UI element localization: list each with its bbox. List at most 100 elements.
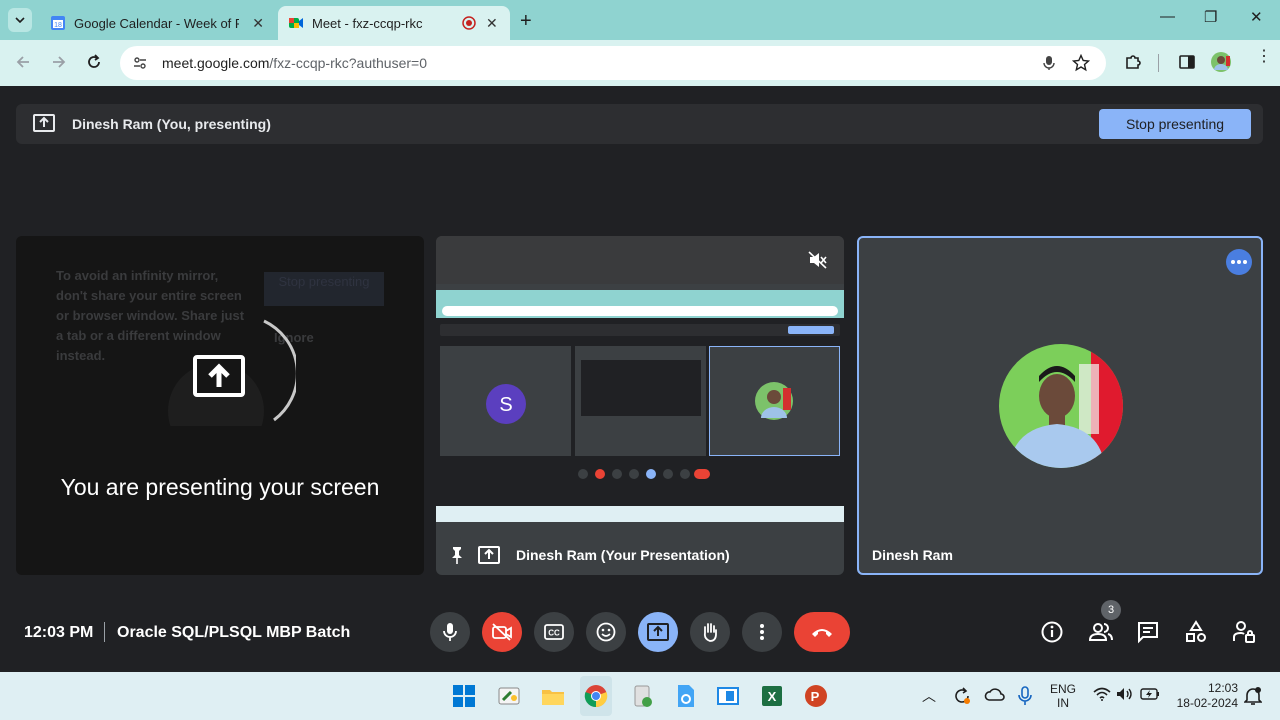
- leave-call-button[interactable]: [794, 612, 850, 652]
- taskbar-date: 18-02-2024: [1176, 696, 1238, 710]
- bookmark-star-icon[interactable]: [1072, 54, 1090, 72]
- new-tab-button[interactable]: +: [520, 10, 532, 33]
- language-code: ENG: [1050, 682, 1077, 696]
- people-icon: [1088, 623, 1113, 641]
- muted-audio-icon[interactable]: [808, 251, 828, 269]
- windows-start-icon[interactable]: [452, 684, 476, 708]
- browser-tab-calendar[interactable]: 18 Google Calendar - Week of Feb ✕: [40, 6, 274, 40]
- close-window-button[interactable]: ✕: [1250, 8, 1263, 26]
- browser-tab-meet[interactable]: Meet - fxz-ccqp-rkc ✕: [278, 6, 510, 40]
- meet-favicon: [289, 18, 303, 28]
- mic-icon: [443, 623, 457, 641]
- url-host: meet.google.com: [162, 55, 270, 71]
- forward-icon[interactable]: [50, 53, 68, 71]
- tab-title: Meet - fxz-ccqp-rkc: [312, 15, 423, 31]
- stop-presenting-button[interactable]: Stop presenting: [1099, 109, 1251, 139]
- raise-hand-button[interactable]: [690, 612, 730, 652]
- profile-avatar[interactable]: [1211, 52, 1231, 72]
- microphone-tray-icon[interactable]: [1018, 686, 1032, 706]
- mic-icon[interactable]: [1042, 55, 1056, 71]
- more-options-button[interactable]: [742, 612, 782, 652]
- shapes-icon: [1186, 620, 1206, 642]
- taskbar-clock[interactable]: 12:03 18-02-2024: [1168, 681, 1238, 711]
- reactions-button[interactable]: [586, 612, 626, 652]
- more-options-icon[interactable]: [1226, 249, 1252, 275]
- restore-button[interactable]: ❐: [1204, 8, 1217, 26]
- emoji-icon: [596, 622, 616, 642]
- thumb-avatar: S: [486, 384, 526, 424]
- lock-person-icon: [1233, 621, 1255, 643]
- camera-off-button[interactable]: [482, 612, 522, 652]
- svg-text:CC: CC: [548, 629, 560, 638]
- volume-icon[interactable]: [1116, 687, 1134, 701]
- powerpoint-app-icon[interactable]: P: [804, 684, 828, 708]
- close-tab-icon[interactable]: ✕: [252, 15, 264, 32]
- participant-photo: [999, 344, 1123, 468]
- browser-tab-strip: 18 Google Calendar - Week of Feb ✕ Meet …: [0, 0, 1280, 40]
- svg-text:S: S: [499, 394, 512, 416]
- present-now-button[interactable]: [638, 612, 678, 652]
- browser-menu-icon[interactable]: ⋮: [1256, 49, 1272, 65]
- meeting-details-button[interactable]: [1040, 620, 1064, 644]
- show-hidden-icons-button[interactable]: ︿: [922, 686, 936, 706]
- people-button[interactable]: [1088, 620, 1114, 644]
- wifi-icon[interactable]: [1093, 687, 1111, 701]
- host-controls-button[interactable]: [1232, 620, 1256, 644]
- address-bar[interactable]: meet.google.com/fxz-ccqp-rkc?authuser=0: [120, 46, 1106, 80]
- hand-icon: [703, 623, 717, 642]
- people-count-badge: 3: [1101, 600, 1121, 620]
- extensions-icon[interactable]: [1124, 53, 1142, 71]
- more-vert-icon: [760, 624, 764, 640]
- paint-app-icon[interactable]: [497, 684, 521, 708]
- participant-name-label: Dinesh Ram: [872, 547, 953, 563]
- toolbar-divider: [1158, 54, 1159, 72]
- presentation-header: [436, 236, 844, 284]
- participant-tile[interactable]: Dinesh Ram: [857, 236, 1263, 575]
- chat-icon: [1138, 622, 1158, 644]
- region-code: IN: [1057, 696, 1069, 710]
- present-screen-icon: [192, 354, 246, 398]
- close-tab-icon[interactable]: ✕: [486, 15, 498, 32]
- captions-icon: CC: [544, 624, 564, 640]
- presentation-label: Dinesh Ram (Your Presentation): [516, 547, 730, 563]
- pin-icon[interactable]: [450, 546, 464, 564]
- activities-button[interactable]: [1184, 620, 1208, 644]
- back-icon[interactable]: [14, 53, 32, 71]
- installer-app-icon[interactable]: [631, 684, 655, 708]
- language-indicator[interactable]: ENG IN: [1050, 682, 1076, 710]
- microphone-button[interactable]: [430, 612, 470, 652]
- thumb-participant-photo: [755, 382, 793, 420]
- onedrive-icon[interactable]: [984, 686, 1006, 704]
- battery-icon[interactable]: [1140, 687, 1160, 701]
- notification-bell-icon[interactable]: [1244, 686, 1262, 706]
- tab-title: Google Calendar - Week of Feb: [74, 15, 239, 31]
- presentation-tile[interactable]: S Dinesh Ram (Your Presentation): [436, 236, 844, 575]
- reload-icon[interactable]: [85, 53, 103, 71]
- meeting-name: Oracle SQL/PLSQL MBP Batch: [117, 624, 351, 641]
- present-screen-icon: [33, 114, 55, 132]
- svg-text:P: P: [811, 689, 820, 704]
- mirror-taskbar: [436, 506, 844, 522]
- excel-app-icon[interactable]: X: [760, 684, 784, 708]
- presenting-banner-text: Dinesh Ram (You, presenting): [72, 116, 271, 132]
- minimize-button[interactable]: —: [1160, 8, 1175, 25]
- captions-button[interactable]: CC: [534, 612, 574, 652]
- bottom-bar-divider: [104, 622, 105, 642]
- hang-up-icon: [812, 629, 832, 637]
- taskbar-time: 12:03: [1207, 681, 1238, 695]
- chrome-app-icon[interactable]: [584, 684, 608, 708]
- chat-button[interactable]: [1136, 620, 1160, 644]
- recording-icon: [462, 16, 476, 30]
- presenting-message: You are presenting your screen: [60, 474, 380, 500]
- windows-taskbar: X P ︿ ENG IN 12:03 18-02-2024: [0, 672, 1280, 720]
- site-info-icon[interactable]: [132, 55, 148, 71]
- settings-doc-icon[interactable]: [674, 684, 698, 708]
- calendar-favicon: 18: [51, 16, 65, 30]
- tab-search-button[interactable]: [8, 8, 32, 32]
- side-panel-icon[interactable]: [1178, 53, 1196, 71]
- mirror-control-bar: [440, 468, 840, 480]
- window-app-icon[interactable]: [716, 684, 740, 708]
- presenting-banner: Dinesh Ram (You, presenting) Stop presen…: [16, 104, 1263, 144]
- file-explorer-icon[interactable]: [541, 684, 565, 708]
- sync-icon[interactable]: [952, 686, 972, 706]
